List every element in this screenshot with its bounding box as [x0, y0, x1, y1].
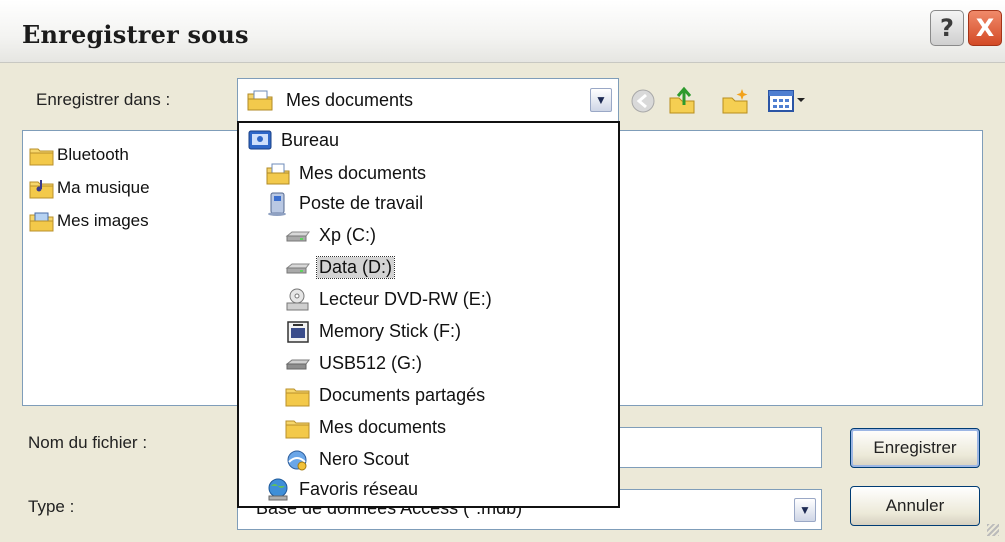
my-documents-icon [247, 90, 273, 111]
my-documents-icon [266, 163, 290, 185]
file-item-label: Bluetooth [57, 145, 129, 164]
file-item[interactable]: Ma musique [29, 176, 259, 200]
dropdown-item-label: Nero Scout [319, 449, 410, 469]
save-as-dialog: Enregistrer sous ? X Enregistrer dans : … [0, 0, 1005, 542]
file-item-label: Ma musique [57, 178, 150, 197]
folder-icon [29, 148, 54, 166]
folder-icon [285, 388, 310, 407]
filename-label: Nom du fichier : [28, 433, 148, 452]
save-button[interactable]: Enregistrer [850, 428, 980, 468]
dropdown-item-label: Documents partagés [319, 385, 486, 405]
dropdown-item-label: Data (D:) [315, 256, 396, 279]
file-item[interactable]: Mes images [29, 209, 259, 233]
dropdown-item-label: Xp (C:) [319, 225, 377, 245]
computer-icon [268, 192, 286, 216]
pictures-folder-icon [29, 212, 54, 232]
desktop-icon [248, 130, 272, 150]
back-icon[interactable] [628, 86, 658, 116]
help-button[interactable]: ? [930, 10, 964, 46]
new-folder-icon[interactable] [720, 86, 750, 116]
up-folder-icon[interactable] [667, 86, 697, 116]
save-in-dropdown-list[interactable]: Bureau Mes documents Poste de travail Xp… [237, 121, 620, 508]
save-in-label: Enregistrer dans : [36, 90, 171, 109]
type-dropdown-button[interactable]: ▼ [794, 498, 816, 522]
dropdown-item-label: Poste de travail [299, 193, 424, 213]
dropdown-item-label: Mes documents [319, 417, 447, 437]
file-item[interactable]: Bluetooth [29, 143, 259, 167]
dropdown-item-label: Mes documents [299, 163, 427, 183]
dropdown-item-label: Lecteur DVD-RW (E:) [319, 289, 492, 309]
memory-stick-icon [287, 321, 309, 343]
network-places-icon [268, 478, 288, 501]
window-title: Enregistrer sous [22, 20, 249, 49]
save-in-combobox[interactable]: Mes documents ▼ [237, 78, 619, 122]
view-menu-icon[interactable] [766, 86, 810, 116]
save-in-value: Mes documents [286, 90, 414, 110]
file-item-label: Mes images [57, 211, 149, 230]
cancel-button[interactable]: Annuler [850, 486, 980, 526]
dvd-drive-icon [286, 288, 309, 311]
dropdown-item-label: Bureau [281, 130, 340, 150]
save-in-dropdown-button[interactable]: ▼ [590, 88, 612, 112]
nero-scout-icon [287, 450, 307, 471]
hard-drive-icon [285, 263, 310, 274]
usb-drive-icon [285, 359, 310, 370]
music-folder-icon [29, 180, 54, 199]
dropdown-item-label: Favoris réseau [299, 479, 419, 499]
title-bar[interactable]: Enregistrer sous ? X [0, 0, 1005, 63]
folder-icon [285, 420, 310, 439]
hard-drive-icon [285, 231, 310, 242]
dropdown-item-label: USB512 (G:) [319, 353, 423, 373]
close-button[interactable]: X [968, 10, 1002, 46]
resize-grip[interactable] [987, 524, 999, 536]
type-label: Type : [28, 497, 75, 516]
dropdown-item-label: Memory Stick (F:) [319, 321, 461, 341]
